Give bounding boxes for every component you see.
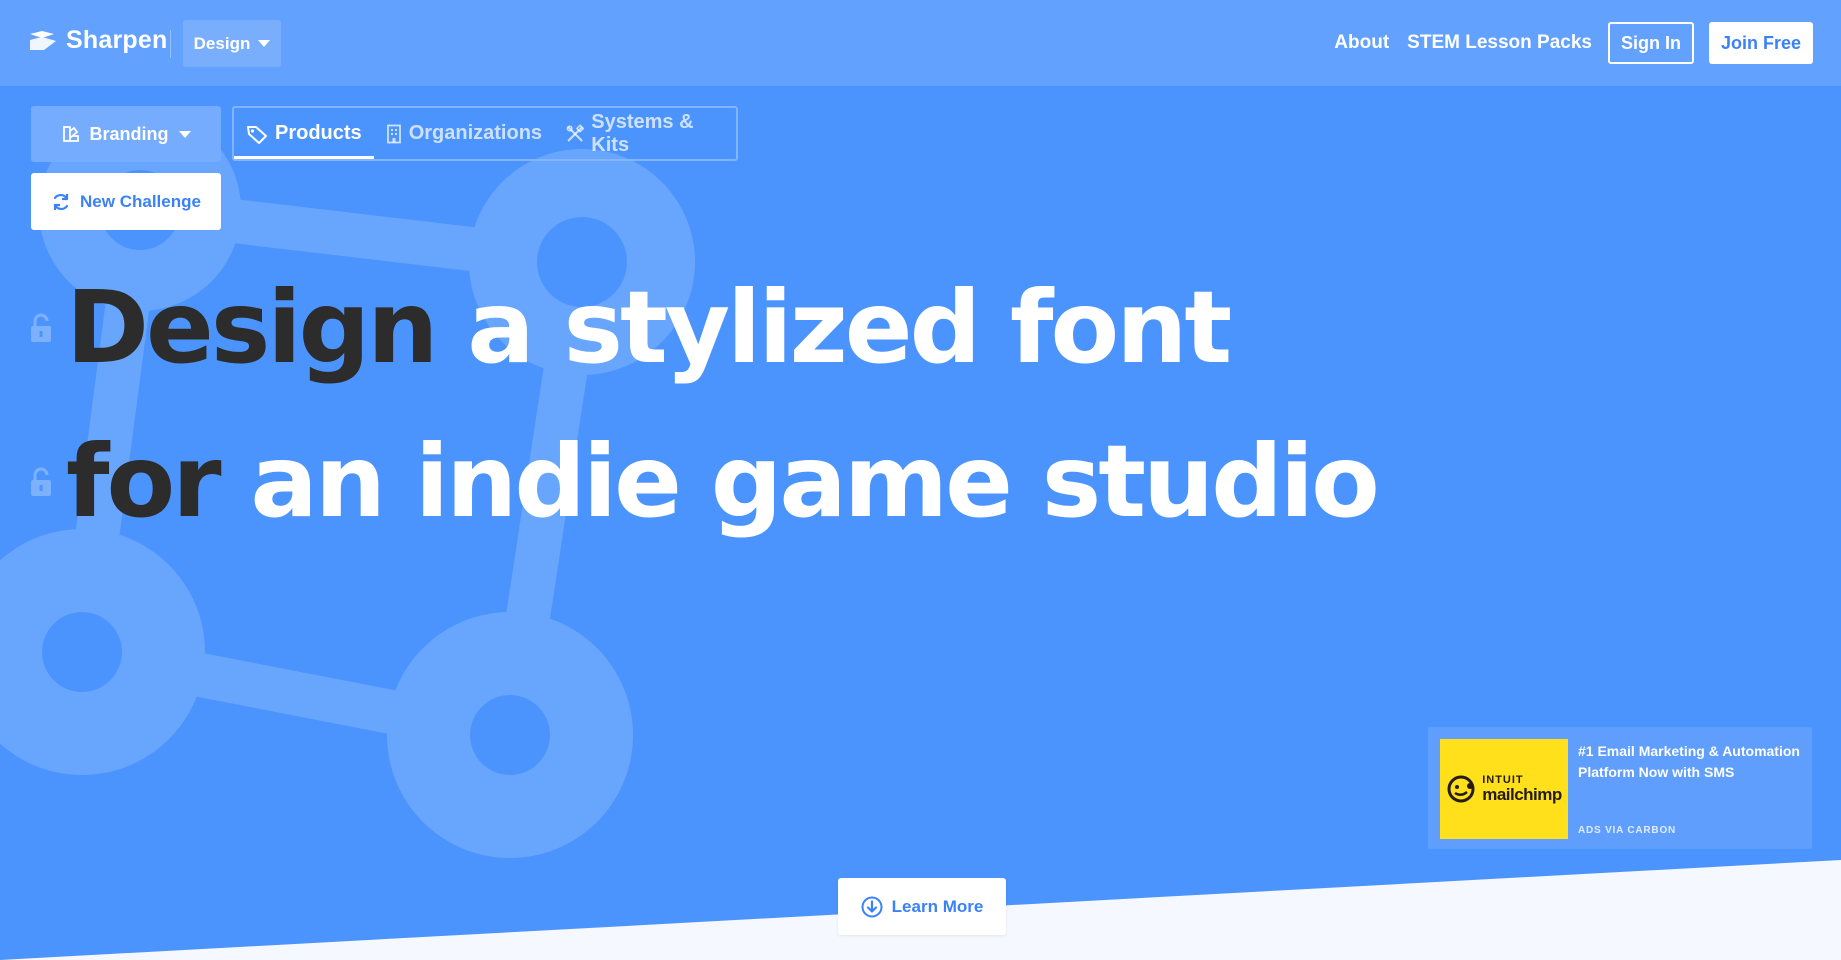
building-icon (386, 124, 401, 143)
headline-text: a stylized font (467, 269, 1232, 386)
tab-systems-kits-label: Systems & Kits (591, 110, 694, 156)
arrow-circle-down-icon (861, 896, 883, 917)
branding-dropdown[interactable]: Branding (31, 106, 221, 162)
tag-icon (247, 125, 267, 144)
lock-open-icon[interactable] (30, 467, 52, 497)
brand-name: Sharpen (66, 26, 168, 54)
tools-icon (566, 123, 585, 141)
ads-via-carbon-link[interactable]: ADS VIA CARBON (1578, 825, 1676, 836)
join-free-button[interactable]: Join Free (1708, 22, 1813, 64)
new-challenge-label: New Challenge (80, 191, 201, 211)
caret-down-icon (258, 40, 271, 47)
carbon-ad[interactable]: INTUIT mailchimp #1 Email Marketing & Au… (1428, 727, 1812, 849)
lock-open-icon[interactable] (30, 313, 52, 343)
headline-keyword: for (66, 423, 222, 540)
mailchimp-wordmark: INTUIT mailchimp (1482, 774, 1562, 804)
refresh-icon (53, 193, 69, 210)
category-dropdown-label: Design (193, 33, 251, 53)
challenge-type-tabs: Products Organizations Systems & Kits (232, 106, 738, 161)
nav-links: About STEM Lesson Packs Sign In Join Fre… (1316, 22, 1813, 64)
learn-more-button[interactable]: Learn More (838, 878, 1006, 935)
ad-text[interactable]: #1 Email Marketing & Automation Platform… (1578, 741, 1800, 783)
palette-swatch-icon (62, 126, 79, 142)
new-challenge-button[interactable]: New Challenge (31, 173, 221, 230)
tab-organizations[interactable]: Organizations (374, 108, 554, 159)
caret-down-icon (178, 130, 191, 138)
top-navbar: Sharpen Design About STEM Lesson Packs S… (0, 0, 1841, 86)
learn-more-label: Learn More (891, 896, 984, 916)
brand-logo[interactable]: Sharpen (28, 26, 167, 55)
tab-products-label: Products (275, 122, 362, 144)
sign-in-button[interactable]: Sign In (1607, 22, 1694, 64)
header-divider (170, 30, 171, 58)
tab-organizations-label: Organizations (408, 122, 543, 144)
nav-about-link[interactable]: About (1334, 32, 1389, 54)
headline-line-2: for an indie game studio (30, 423, 1380, 540)
branding-dropdown-label: Branding (89, 123, 169, 144)
sharpen-logo-icon (30, 30, 56, 50)
nav-stem-link[interactable]: STEM Lesson Packs (1407, 32, 1592, 54)
mailchimp-freddie-icon (1447, 775, 1475, 803)
headline-keyword: Design (66, 269, 438, 386)
ad-image[interactable]: INTUIT mailchimp (1440, 739, 1568, 839)
tab-systems-kits[interactable]: Systems & Kits (554, 108, 736, 159)
tab-products[interactable]: Products (234, 108, 374, 159)
category-dropdown[interactable]: Design (183, 20, 281, 67)
headline-text: an indie game studio (250, 423, 1379, 540)
headline-line-1: Design a stylized font (30, 269, 1232, 386)
